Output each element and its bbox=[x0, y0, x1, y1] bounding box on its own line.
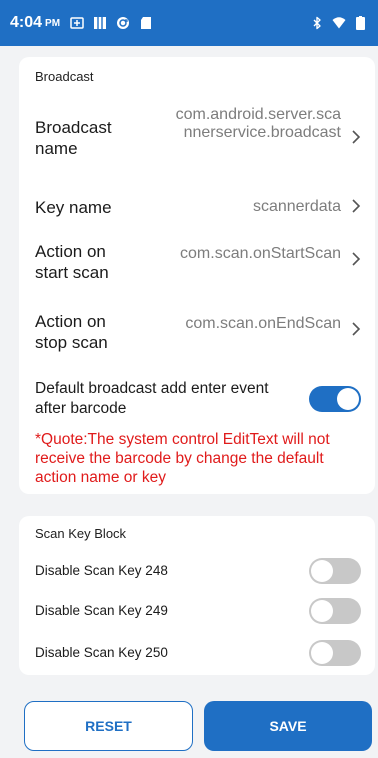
broadcast-card: Broadcast Broadcast name com.android.ser… bbox=[19, 57, 375, 494]
chevron-right-icon bbox=[352, 252, 361, 266]
disable-scan-key-249-label: Disable Scan Key 249 bbox=[35, 603, 168, 618]
toggle-knob bbox=[311, 560, 333, 582]
disable-scan-key-249-toggle[interactable] bbox=[309, 598, 361, 624]
enter-event-title: Default broadcast add enter event after … bbox=[35, 380, 269, 417]
save-button[interactable]: SAVE bbox=[204, 701, 372, 751]
status-ampm: PM bbox=[45, 17, 61, 29]
action-start-scan-row[interactable]: Action on start scan com.scan.onStartSca… bbox=[19, 239, 375, 295]
broadcast-section-title: Broadcast bbox=[35, 69, 94, 84]
enter-event-row[interactable]: Default broadcast add enter event after … bbox=[19, 377, 375, 421]
broadcast-name-value: com.android.server.scannerservice.broadc… bbox=[175, 106, 341, 141]
key-name-title: Key name bbox=[35, 198, 112, 217]
status-bar: 4:04 PM bbox=[0, 0, 378, 46]
bluetooth-icon bbox=[313, 16, 321, 30]
disable-scan-key-248-toggle[interactable] bbox=[309, 558, 361, 584]
sim-icon bbox=[70, 17, 84, 29]
scan-key-block-section-title: Scan Key Block bbox=[35, 526, 127, 541]
enter-event-toggle[interactable] bbox=[309, 386, 361, 412]
disable-scan-key-248-row[interactable]: Disable Scan Key 248 bbox=[19, 556, 375, 586]
sync-icon bbox=[117, 17, 130, 29]
sd-card-icon bbox=[141, 17, 152, 29]
disable-scan-key-250-toggle[interactable] bbox=[309, 640, 361, 666]
action-start-scan-value: com.scan.onStartScan bbox=[180, 245, 341, 262]
disable-scan-key-249-row[interactable]: Disable Scan Key 249 bbox=[19, 596, 375, 626]
calendar-icon bbox=[94, 17, 107, 29]
broadcast-name-title: Broadcast name bbox=[35, 118, 112, 158]
action-stop-scan-value: com.scan.onEndScan bbox=[185, 315, 341, 332]
action-stop-scan-title: Action on stop scan bbox=[35, 312, 108, 352]
quote-warning-text: *Quote:The system control EditText will … bbox=[35, 431, 330, 486]
battery-icon bbox=[356, 16, 365, 30]
chevron-right-icon bbox=[352, 130, 361, 144]
chevron-right-icon bbox=[352, 199, 361, 213]
wifi-icon bbox=[332, 17, 346, 29]
status-right-icons bbox=[310, 16, 368, 30]
chevron-right-icon bbox=[352, 322, 361, 336]
disable-scan-key-248-label: Disable Scan Key 248 bbox=[35, 563, 168, 578]
action-stop-scan-row[interactable]: Action on stop scan com.scan.onEndScan bbox=[19, 309, 375, 365]
disable-scan-key-250-row[interactable]: Disable Scan Key 250 bbox=[19, 638, 375, 668]
key-name-value: scannerdata bbox=[252, 198, 341, 215]
reset-button[interactable]: RESET bbox=[24, 701, 193, 751]
key-name-row[interactable]: Key name scannerdata bbox=[19, 189, 375, 225]
status-left-icons bbox=[70, 16, 153, 30]
toggle-knob bbox=[311, 642, 333, 664]
action-start-scan-title: Action on start scan bbox=[35, 242, 109, 282]
status-time: 4:04 bbox=[10, 14, 43, 31]
toggle-knob bbox=[337, 388, 359, 410]
disable-scan-key-250-label: Disable Scan Key 250 bbox=[35, 645, 168, 660]
broadcast-name-row[interactable]: Broadcast name com.android.server.scanne… bbox=[19, 103, 375, 175]
toggle-knob bbox=[311, 600, 333, 622]
scan-key-block-card: Scan Key Block Disable Scan Key 248 Disa… bbox=[19, 516, 375, 675]
